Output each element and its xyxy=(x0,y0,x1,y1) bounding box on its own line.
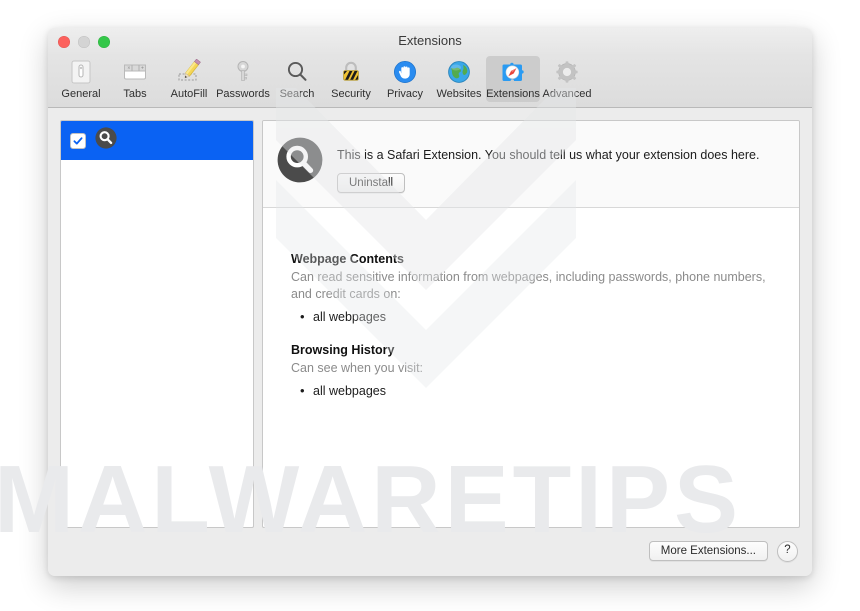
permission-block-browsing-history: Browsing History Can see when you visit:… xyxy=(291,343,781,401)
toolbar-item-privacy[interactable]: Privacy xyxy=(378,56,432,102)
toolbar-item-search[interactable]: Search xyxy=(270,56,324,102)
list-item: all webpages xyxy=(300,307,781,327)
privacy-icon xyxy=(391,58,419,86)
extension-permissions: Webpage Contents Can read sensitive info… xyxy=(263,208,799,527)
toolbar-label: General xyxy=(61,88,101,100)
extension-enabled-checkbox[interactable] xyxy=(70,132,86,149)
search-icon xyxy=(283,58,311,86)
toolbar-item-general[interactable]: General xyxy=(54,56,108,102)
preferences-toolbar: General × + Tabs AutoFill Passwords Sear… xyxy=(48,56,812,108)
checkmark-icon xyxy=(73,136,83,144)
svg-text:×: × xyxy=(127,66,130,72)
permission-body: Can see when you visit: xyxy=(291,361,424,376)
permission-body: Can read sensitive information from webp… xyxy=(291,269,766,302)
list-item[interactable] xyxy=(61,121,253,160)
toolbar-label: Privacy xyxy=(386,88,424,100)
safari-preferences-window: Extensions General × + Tabs AutoFill Pas… xyxy=(48,28,812,576)
toolbar-item-passwords[interactable]: Passwords xyxy=(216,56,270,102)
window-footer: More Extensions... ? xyxy=(48,528,812,576)
toolbar-label: Search xyxy=(279,88,315,100)
uninstall-button[interactable]: Uninstall xyxy=(337,172,406,193)
help-button[interactable]: ? xyxy=(777,540,798,562)
extension-description: This is a Safari Extension. You should t… xyxy=(337,148,760,162)
extension-detail-panel: This is a Safari Extension. You should t… xyxy=(262,120,800,528)
permission-title: Browsing History xyxy=(291,343,395,358)
autofill-icon xyxy=(175,58,203,86)
magnifier-icon xyxy=(95,127,117,154)
extension-header-text: This is a Safari Extension. You should t… xyxy=(337,137,783,193)
window-title: Extensions xyxy=(398,33,462,48)
toolbar-item-security[interactable]: Security xyxy=(324,56,378,102)
toolbar-item-extensions[interactable]: Extensions xyxy=(486,56,540,102)
toolbar-label: AutoFill xyxy=(170,88,208,100)
preferences-body: This is a Safari Extension. You should t… xyxy=(48,108,812,528)
permission-title: Webpage Contents xyxy=(291,251,404,266)
security-icon xyxy=(337,58,365,86)
screenshot-root: Extensions General × + Tabs AutoFill Pas… xyxy=(0,0,860,611)
tabs-icon: × + xyxy=(121,58,149,86)
toolbar-item-autofill[interactable]: AutoFill xyxy=(162,56,216,102)
toolbar-label: Tabs xyxy=(123,88,147,100)
permission-scope-list: all webpages xyxy=(291,381,781,401)
toolbar-label: Extensions xyxy=(486,88,540,100)
toolbar-item-websites[interactable]: Websites xyxy=(432,56,486,102)
extensions-list xyxy=(60,120,254,528)
list-item: all webpages xyxy=(300,381,781,401)
websites-icon xyxy=(445,58,473,86)
magnifier-icon xyxy=(277,137,323,193)
toolbar-label: Security xyxy=(331,88,371,100)
toolbar-label: Websites xyxy=(436,88,482,100)
permission-block-webpage-contents: Webpage Contents Can read sensitive info… xyxy=(291,252,781,327)
advanced-icon xyxy=(553,58,581,86)
general-icon xyxy=(67,58,95,86)
extensions-icon xyxy=(499,58,527,86)
window-titlebar: Extensions xyxy=(48,28,812,56)
extension-header: This is a Safari Extension. You should t… xyxy=(263,121,799,208)
toolbar-item-tabs[interactable]: × + Tabs xyxy=(108,56,162,102)
toolbar-label: Advanced xyxy=(542,88,592,100)
toolbar-label: Passwords xyxy=(216,88,270,100)
toolbar-item-advanced[interactable]: Advanced xyxy=(540,56,594,102)
more-extensions-button[interactable]: More Extensions... xyxy=(648,541,768,561)
passwords-icon xyxy=(229,58,257,86)
permission-scope-list: all webpages xyxy=(291,307,781,327)
svg-text:+: + xyxy=(141,66,144,72)
